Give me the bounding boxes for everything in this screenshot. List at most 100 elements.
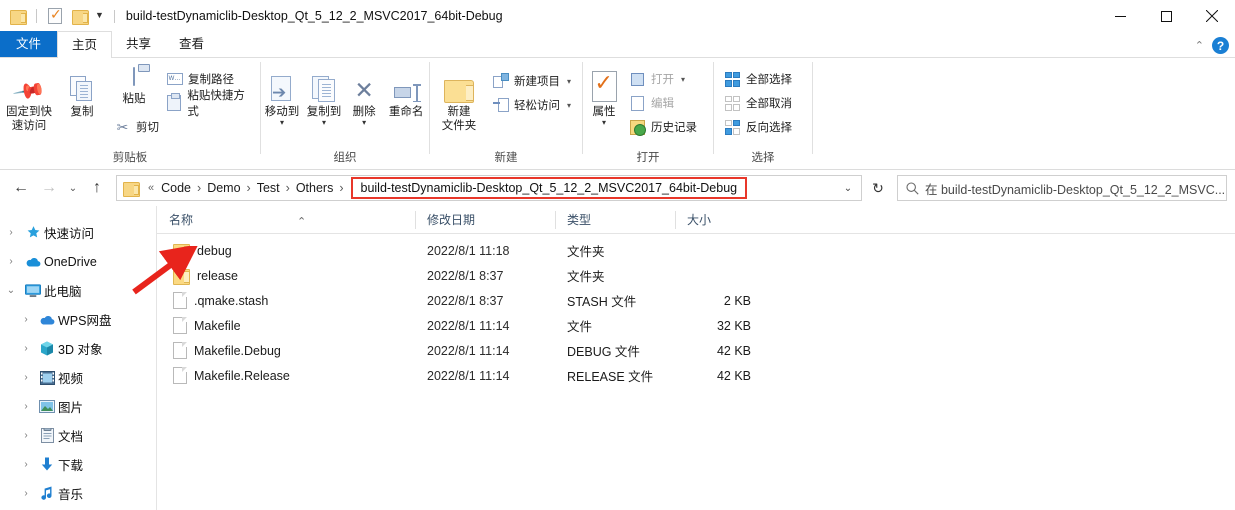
chevron-right-icon[interactable]: ›	[244, 181, 254, 195]
tab-file[interactable]: 文件	[0, 31, 58, 57]
expander-icon[interactable]: ›	[16, 401, 36, 412]
expander-icon[interactable]: ⌄	[0, 285, 22, 296]
breadcrumb-others[interactable]: Others	[293, 181, 337, 195]
sidebar-item-wps-cloud[interactable]: › WPS网盘	[0, 305, 156, 334]
chevron-down-icon[interactable]: ▾	[681, 75, 685, 84]
edit-button[interactable]: 编辑	[625, 92, 709, 114]
sidebar-item-3d-objects[interactable]: › 3D 对象	[0, 334, 156, 363]
sidebar-item-onedrive[interactable]: › OneDrive	[0, 247, 156, 276]
breadcrumb-demo[interactable]: Demo	[204, 181, 243, 195]
move-to-button[interactable]: ➔ 移动到 ▾	[261, 64, 303, 127]
properties-icon[interactable]	[45, 6, 65, 26]
minimize-icon[interactable]	[1097, 0, 1143, 32]
chevron-down-icon[interactable]: ▾	[602, 119, 606, 127]
expander-icon[interactable]: ›	[16, 372, 36, 383]
sidebar-item-documents[interactable]: › 文档	[0, 421, 156, 450]
expander-icon[interactable]: ›	[16, 459, 36, 470]
invert-selection-button[interactable]: 反向选择	[720, 116, 812, 138]
easy-access-button[interactable]: 轻松访问 ▾	[488, 94, 580, 116]
sidebar-item-downloads[interactable]: › 下载	[0, 450, 156, 479]
new-folder-button[interactable]: 新建 文件夹	[430, 64, 488, 133]
chevron-down-icon[interactable]: ▾	[567, 101, 571, 110]
up-arrow-icon[interactable]: ↑	[84, 175, 110, 201]
column-header-size[interactable]: 大小	[675, 206, 765, 234]
recent-caret-icon[interactable]: ⌄	[64, 175, 82, 201]
table-row[interactable]: .qmake.stash 2022/8/1 8:37 STASH 文件 2 KB	[157, 288, 1235, 313]
expander-icon[interactable]: ›	[16, 488, 36, 499]
table-row[interactable]: debug 2022/8/1 11:18 文件夹	[157, 238, 1235, 263]
sidebar-item-quick-access[interactable]: › 快速访问	[0, 218, 156, 247]
file-name-cell[interactable]: Makefile.Release	[157, 367, 415, 384]
chevron-right-icon[interactable]: ›	[336, 181, 346, 195]
history-button[interactable]: 历史记录	[625, 116, 709, 138]
expander-icon[interactable]: ›	[0, 256, 22, 267]
refresh-icon[interactable]: ↻	[864, 180, 892, 197]
new-item-button[interactable]: 新建项目 ▾	[488, 70, 580, 92]
music-icon	[36, 486, 58, 501]
tab-home[interactable]: 主页	[57, 31, 113, 58]
table-row[interactable]: Makefile.Debug 2022/8/1 11:14 DEBUG 文件 4…	[157, 338, 1235, 363]
copy-button[interactable]: 复制	[58, 64, 106, 119]
cut-button[interactable]: ✂ 剪切	[110, 116, 258, 138]
file-name-cell[interactable]: debug	[157, 243, 415, 260]
maximize-icon[interactable]	[1143, 0, 1189, 32]
column-header-date[interactable]: 修改日期	[415, 206, 555, 234]
sidebar-item-pictures[interactable]: › 图片	[0, 392, 156, 421]
file-name-cell[interactable]: Makefile	[157, 317, 415, 334]
paste-button[interactable]: 粘贴	[106, 64, 162, 106]
select-none-button[interactable]: 全部取消	[720, 92, 812, 114]
sidebar-label: 3D 对象	[58, 343, 103, 357]
forward-arrow-icon[interactable]: →	[36, 175, 62, 201]
paste-shortcut-button[interactable]: 粘贴快捷方式	[162, 90, 258, 118]
table-row[interactable]: Makefile.Release 2022/8/1 11:14 RELEASE …	[157, 363, 1235, 388]
rename-button[interactable]: 重命名	[383, 64, 429, 119]
expander-icon[interactable]: ›	[16, 343, 36, 354]
select-all-button[interactable]: 全部选择	[720, 68, 812, 90]
videos-icon	[36, 370, 58, 385]
file-name-cell[interactable]: .qmake.stash	[157, 292, 415, 309]
breadcrumb-test[interactable]: Test	[254, 181, 283, 195]
file-name-cell[interactable]: release	[157, 268, 415, 285]
invert-selection-label: 反向选择	[746, 122, 792, 134]
file-name-cell[interactable]: Makefile.Debug	[157, 342, 415, 359]
back-arrow-icon[interactable]: ←	[8, 175, 34, 201]
delete-button[interactable]: ✕ 删除 ▾	[345, 64, 383, 127]
sidebar-item-music[interactable]: › 音乐	[0, 479, 156, 508]
folder-icon	[173, 243, 190, 260]
expander-icon[interactable]: ›	[16, 430, 36, 441]
tab-view[interactable]: 查看	[165, 31, 218, 57]
help-icon[interactable]: ?	[1212, 37, 1229, 54]
copy-to-button[interactable]: 复制到 ▾	[303, 64, 345, 127]
expander-icon[interactable]: ›	[16, 314, 36, 325]
folder-icon[interactable]	[8, 6, 28, 26]
breadcrumb-current-folder[interactable]: build-testDynamiclib-Desktop_Qt_5_12_2_M…	[350, 177, 748, 199]
chevron-down-icon[interactable]: ▾	[567, 77, 571, 86]
new-folder-icon[interactable]	[70, 6, 90, 26]
sidebar-item-videos[interactable]: › 视频	[0, 363, 156, 392]
open-button[interactable]: 打开 ▾	[625, 68, 709, 90]
expander-icon[interactable]: ›	[0, 227, 22, 238]
chevron-down-icon[interactable]: ▾	[362, 119, 366, 127]
collapse-ribbon-icon[interactable]: ⌃	[1195, 39, 1204, 52]
folder-icon	[123, 181, 140, 197]
address-actions: ⌄	[835, 183, 861, 194]
chevron-down-icon[interactable]: ▾	[322, 119, 326, 127]
pin-to-quick-access-button[interactable]: 📌 固定到快 速访问	[0, 64, 58, 133]
column-header-name[interactable]: 名称 ⌃	[157, 206, 415, 234]
address-field[interactable]: « Code › Demo › Test › Others › build-te…	[116, 175, 862, 201]
address-dropdown-caret-icon[interactable]: ⌄	[835, 183, 861, 194]
properties-button[interactable]: 属性 ▾	[583, 64, 625, 127]
column-header-type[interactable]: 类型	[555, 206, 675, 234]
customize-caret-icon[interactable]: ▼	[95, 10, 104, 22]
chevron-right-icon[interactable]: ›	[283, 181, 293, 195]
table-row[interactable]: Makefile 2022/8/1 11:14 文件 32 KB	[157, 313, 1235, 338]
chevron-right-icon[interactable]: ›	[194, 181, 204, 195]
chevron-down-icon[interactable]: ▾	[280, 119, 284, 127]
breadcrumb-code[interactable]: Code	[158, 181, 194, 195]
sidebar-item-this-pc[interactable]: ⌄ 此电脑	[0, 276, 156, 305]
file-date: 2022/8/1 11:14	[427, 368, 510, 383]
search-box[interactable]: 在 build-testDynamiclib-Desktop_Qt_5_12_2…	[897, 175, 1227, 201]
tab-share[interactable]: 共享	[112, 31, 165, 57]
table-row[interactable]: release 2022/8/1 8:37 文件夹	[157, 263, 1235, 288]
close-icon[interactable]	[1189, 0, 1235, 32]
